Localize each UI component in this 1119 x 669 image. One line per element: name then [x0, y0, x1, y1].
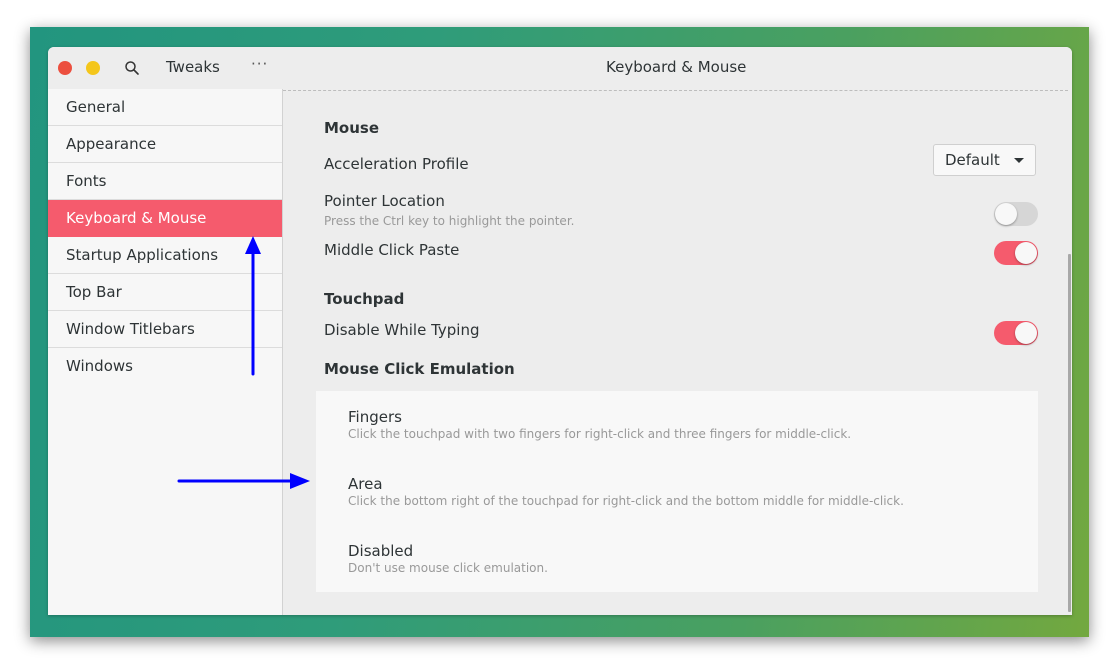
content-panel: Mouse Acceleration Profile Default Point…: [283, 89, 1072, 615]
click-emulation-list: Fingers Click the touchpad with two fing…: [316, 391, 1038, 592]
disable-while-typing-label: Disable While Typing: [324, 321, 480, 339]
click-emulation-option-fingers[interactable]: Fingers Click the touchpad with two fing…: [348, 408, 851, 441]
option-title: Area: [348, 475, 383, 493]
pointer-location-label: Pointer Location: [324, 192, 445, 210]
toggle-knob: [1015, 322, 1037, 344]
mouse-section-title: Mouse: [324, 119, 380, 137]
search-icon[interactable]: [124, 60, 140, 76]
annotation-arrow-right-icon: [177, 473, 310, 489]
minimize-button[interactable]: [86, 61, 100, 75]
acceleration-profile-label: Acceleration Profile: [324, 155, 469, 173]
option-title: Disabled: [348, 542, 414, 560]
click-emulation-section-title: Mouse Click Emulation: [324, 360, 515, 378]
more-options-button[interactable]: ···: [251, 55, 268, 73]
app-title: Tweaks: [166, 58, 220, 76]
close-button[interactable]: [58, 61, 72, 75]
option-description: Don't use mouse click emulation.: [348, 561, 548, 575]
sidebar-item-keyboard-mouse[interactable]: Keyboard & Mouse: [48, 200, 282, 237]
sidebar-item-fonts[interactable]: Fonts: [48, 163, 282, 200]
acceleration-profile-value: Default: [945, 151, 1000, 169]
option-description: Click the touchpad with two fingers for …: [348, 427, 852, 441]
tweaks-window: Tweaks ··· Keyboard & Mouse General Appe…: [48, 47, 1072, 615]
touchpad-section-title: Touchpad: [324, 290, 405, 308]
header-separator: [283, 90, 1068, 91]
middle-click-paste-label: Middle Click Paste: [324, 241, 460, 259]
scrollbar[interactable]: [1068, 254, 1071, 612]
click-emulation-option-disabled[interactable]: Disabled Don't use mouse click emulation…: [348, 542, 548, 575]
chevron-down-icon: [1014, 158, 1024, 163]
pointer-location-toggle[interactable]: [994, 202, 1038, 226]
sidebar-item-appearance[interactable]: Appearance: [48, 126, 282, 163]
toggle-knob: [995, 203, 1017, 225]
middle-click-paste-toggle[interactable]: [994, 241, 1038, 265]
window-title: Keyboard & Mouse: [606, 58, 747, 76]
toggle-knob: [1015, 242, 1037, 264]
option-title: Fingers: [348, 408, 402, 426]
option-description: Click the bottom right of the touchpad f…: [348, 494, 904, 508]
header-bar: Tweaks ··· Keyboard & Mouse: [48, 47, 1072, 89]
click-emulation-option-area[interactable]: Area Click the bottom right of the touch…: [348, 475, 904, 508]
annotation-arrow-up-icon: [245, 236, 261, 376]
acceleration-profile-dropdown[interactable]: Default: [933, 144, 1036, 176]
disable-while-typing-toggle[interactable]: [994, 321, 1038, 345]
sidebar-item-general[interactable]: General: [48, 89, 282, 126]
pointer-location-description: Press the Ctrl key to highlight the poin…: [324, 214, 575, 228]
